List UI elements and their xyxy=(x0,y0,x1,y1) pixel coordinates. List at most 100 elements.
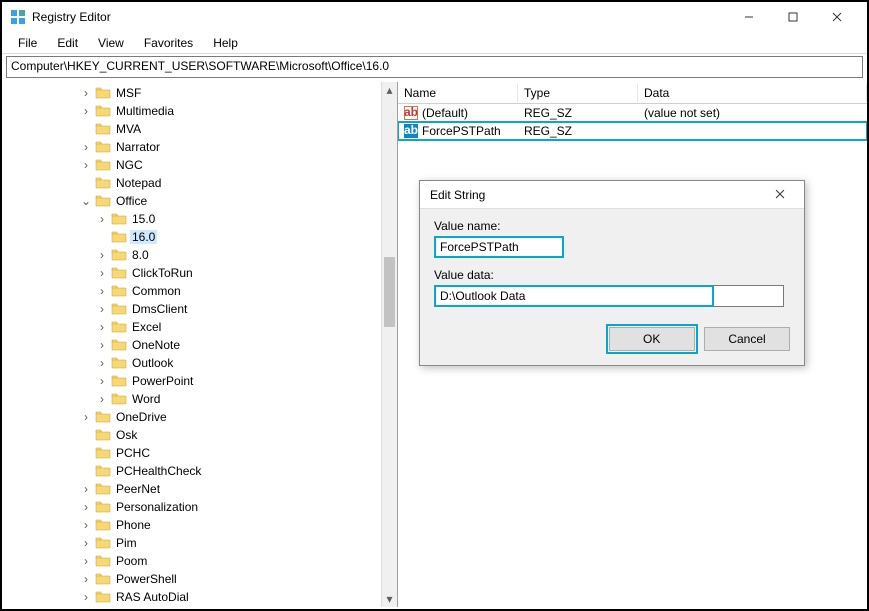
column-type[interactable]: Type xyxy=(518,84,638,102)
expander-icon[interactable]: › xyxy=(96,392,108,406)
tree-label: PowerShell xyxy=(114,572,179,586)
tree-label: NGC xyxy=(114,158,145,172)
ok-button[interactable]: OK xyxy=(609,327,695,351)
expander-icon[interactable]: › xyxy=(96,212,108,226)
expander-icon[interactable]: › xyxy=(80,590,92,604)
tree-node[interactable]: › Outlook xyxy=(2,354,397,372)
expander-icon[interactable]: › xyxy=(80,104,92,118)
value-data-field-tail[interactable] xyxy=(714,285,784,307)
registry-tree[interactable]: ›MSF›Multimedia MVA›Narrator›NGC Notepad… xyxy=(2,84,397,606)
scroll-down-arrow[interactable]: ▾ xyxy=(382,591,397,607)
cancel-button[interactable]: Cancel xyxy=(704,327,790,351)
expander-icon[interactable]: › xyxy=(96,356,108,370)
tree-vertical-scrollbar[interactable]: ▴ ▾ xyxy=(381,82,397,607)
expander-icon[interactable]: › xyxy=(96,320,108,334)
expander-icon[interactable]: › xyxy=(80,518,92,532)
tree-node[interactable]: › PowerShell xyxy=(2,570,397,588)
tree-label: MVA xyxy=(114,122,143,136)
scroll-up-arrow[interactable]: ▴ xyxy=(382,82,397,98)
tree-label: DmsClient xyxy=(130,302,189,316)
menu-favorites[interactable]: Favorites xyxy=(134,34,203,52)
expander-icon[interactable]: › xyxy=(80,536,92,550)
menu-edit[interactable]: Edit xyxy=(47,34,88,52)
value-data-field[interactable]: D:\Outlook Data xyxy=(434,285,714,307)
tree-node[interactable]: ›Common xyxy=(2,282,397,300)
list-row[interactable]: ab(Default)REG_SZ(value not set) xyxy=(398,104,867,122)
dialog-title: Edit String xyxy=(430,188,766,202)
expander-icon[interactable]: › xyxy=(96,248,108,262)
tree-label: OneDrive xyxy=(114,410,169,424)
tree-node[interactable]: ›PeerNet xyxy=(2,480,397,498)
tree-label: Excel xyxy=(130,320,163,334)
minimize-button[interactable] xyxy=(727,3,771,31)
tree-node[interactable]: ›Personalization xyxy=(2,498,397,516)
menu-help[interactable]: Help xyxy=(203,34,248,52)
column-data[interactable]: Data xyxy=(638,84,867,102)
tree-node[interactable]: PCHealthCheck xyxy=(2,462,397,480)
tree-node[interactable]: › DmsClient xyxy=(2,300,397,318)
app-icon xyxy=(10,9,26,25)
close-button[interactable] xyxy=(815,3,859,31)
value-name-field[interactable]: ForcePSTPath xyxy=(434,236,564,258)
tree-node[interactable]: ›Multimedia xyxy=(2,102,397,120)
expander-icon[interactable]: › xyxy=(80,410,92,424)
tree-label: 16.0 xyxy=(130,230,157,244)
value-name: ForcePSTPath xyxy=(422,124,501,138)
value-data-label: Value data: xyxy=(434,268,790,282)
dialog-close-button[interactable] xyxy=(766,188,794,202)
tree-node[interactable]: › ClickToRun xyxy=(2,264,397,282)
values-list[interactable]: ab(Default)REG_SZ(value not set)abForceP… xyxy=(398,104,867,140)
expander-placeholder xyxy=(80,464,92,478)
expander-icon[interactable]: › xyxy=(96,284,108,298)
expander-icon[interactable]: › xyxy=(96,302,108,316)
expander-icon[interactable]: › xyxy=(80,500,92,514)
tree-node[interactable]: PCHC xyxy=(2,444,397,462)
tree-label: ClickToRun xyxy=(130,266,195,280)
tree-node[interactable]: MVA xyxy=(2,120,397,138)
expander-icon[interactable]: › xyxy=(96,374,108,388)
titlebar: Registry Editor xyxy=(2,2,867,32)
menu-file[interactable]: File xyxy=(8,34,47,52)
tree-node[interactable]: ›OneNote xyxy=(2,336,397,354)
column-name[interactable]: Name xyxy=(398,84,518,102)
menu-view[interactable]: View xyxy=(88,34,134,52)
tree-node[interactable]: 16.0 xyxy=(2,228,397,246)
address-bar[interactable]: Computer\HKEY_CURRENT_USER\SOFTWARE\Micr… xyxy=(6,56,863,78)
tree-node[interactable]: › NGC xyxy=(2,156,397,174)
expander-placeholder xyxy=(80,122,92,136)
tree-node[interactable]: Osk xyxy=(2,426,397,444)
expander-icon[interactable]: › xyxy=(80,86,92,100)
expander-icon[interactable]: › xyxy=(96,266,108,280)
tree-node[interactable]: ⌄Office xyxy=(2,192,397,210)
window-title: Registry Editor xyxy=(32,10,727,24)
list-row[interactable]: abForcePSTPathREG_SZ xyxy=(398,122,867,140)
tree-node[interactable]: › Excel xyxy=(2,318,397,336)
tree-node[interactable]: ›Word xyxy=(2,390,397,408)
tree-node[interactable]: ›Narrator xyxy=(2,138,397,156)
tree-node[interactable]: ›Poom xyxy=(2,552,397,570)
tree-node[interactable]: › OneDrive xyxy=(2,408,397,426)
expander-icon[interactable]: › xyxy=(96,338,108,352)
expander-icon[interactable]: › xyxy=(80,158,92,172)
tree-node[interactable]: ›RAS AutoDial xyxy=(2,588,397,606)
dialog-titlebar: Edit String xyxy=(420,181,804,209)
reg-string-icon: ab xyxy=(404,106,418,120)
tree-node[interactable]: ›Pim xyxy=(2,534,397,552)
tree-label: Outlook xyxy=(130,356,175,370)
edit-string-dialog: Edit String Value name: ForcePSTPath Val… xyxy=(419,180,805,366)
tree-node[interactable]: ›8.0 xyxy=(2,246,397,264)
expander-icon[interactable]: › xyxy=(80,554,92,568)
tree-node[interactable]: ›15.0 xyxy=(2,210,397,228)
expander-icon[interactable]: › xyxy=(80,140,92,154)
tree-node[interactable]: Notepad xyxy=(2,174,397,192)
maximize-button[interactable] xyxy=(771,3,815,31)
tree-node[interactable]: › Phone xyxy=(2,516,397,534)
expander-placeholder xyxy=(96,230,108,244)
tree-node[interactable]: ›MSF xyxy=(2,84,397,102)
expander-icon[interactable]: › xyxy=(80,482,92,496)
tree-label: Phone xyxy=(114,518,153,532)
expander-icon[interactable]: ⌄ xyxy=(80,194,92,208)
scrollbar-thumb[interactable] xyxy=(384,257,395,327)
expander-icon[interactable]: › xyxy=(80,572,92,586)
tree-node[interactable]: ›PowerPoint xyxy=(2,372,397,390)
